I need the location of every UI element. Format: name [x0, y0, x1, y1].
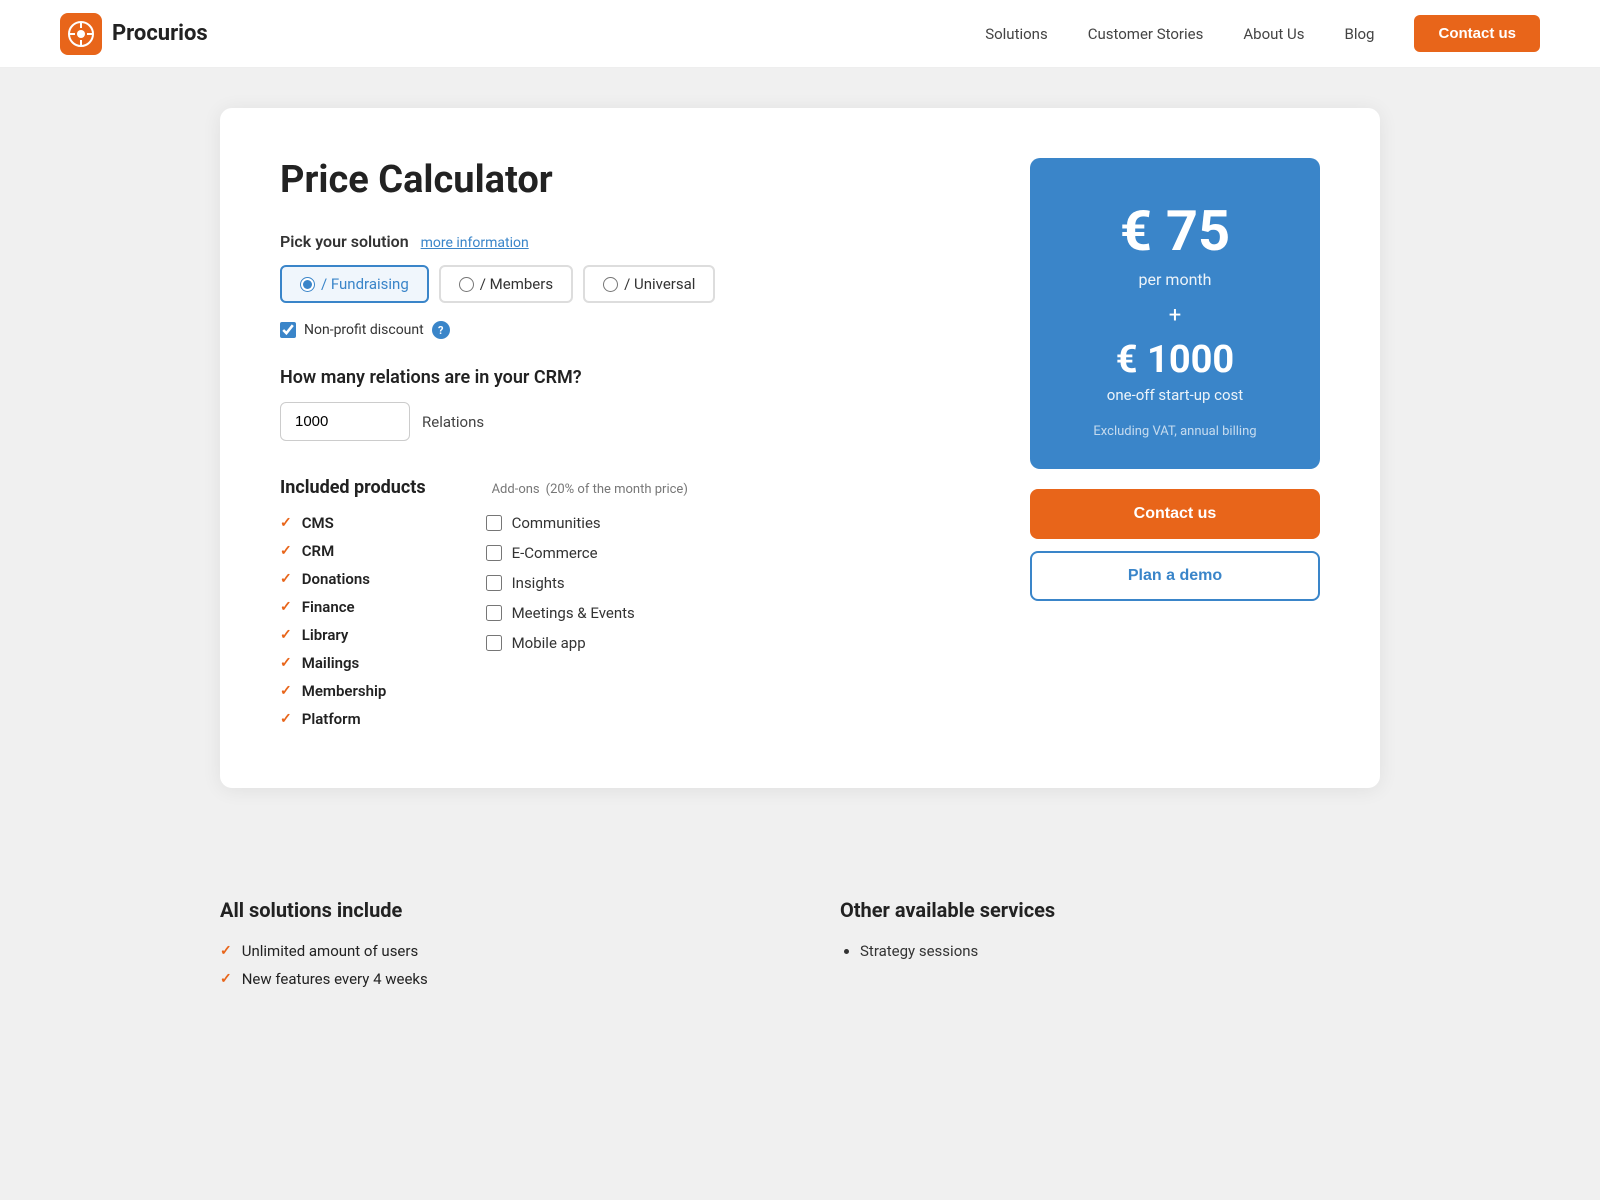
nonprofit-discount-checkbox[interactable] [280, 322, 296, 338]
product-finance: ✓ Finance [280, 598, 426, 616]
more-info-link[interactable]: more information [421, 235, 529, 251]
addon-insights[interactable]: Insights [486, 574, 688, 592]
addon-ecommerce[interactable]: E-Commerce [486, 544, 688, 562]
all-solutions-heading: All solutions include [220, 898, 760, 922]
addons-col: Add-ons(20% of the month price) Communit… [486, 477, 688, 738]
addon-insights-checkbox[interactable] [486, 575, 502, 591]
price-per-month: per month [1060, 270, 1290, 289]
other-services-heading: Other available services [840, 898, 1380, 922]
product-library: ✓ Library [280, 626, 426, 644]
navigation: Procurios Solutions Customer Stories Abo… [0, 0, 1600, 68]
check-icon-cms: ✓ [280, 515, 292, 531]
page-wrapper: Price Calculator Pick your solution more… [200, 68, 1400, 848]
calculator-left: Price Calculator Pick your solution more… [280, 158, 970, 738]
all-solutions-col: All solutions include ✓ Unlimited amount… [220, 898, 760, 998]
price-plus: + [1060, 303, 1290, 328]
footer-section: All solutions include ✓ Unlimited amount… [200, 848, 1400, 1038]
calculator-card: Price Calculator Pick your solution more… [220, 108, 1380, 788]
price-card: € 75 per month + € 1000 one-off start-up… [1030, 158, 1320, 469]
product-membership: ✓ Membership [280, 682, 426, 700]
nav-about-us[interactable]: About Us [1243, 25, 1304, 43]
nav-contact-button[interactable]: Contact us [1414, 15, 1540, 52]
solution-radio-group: / Fundraising / Members / Universal [280, 265, 970, 303]
solution-fundraising[interactable]: / Fundraising [280, 265, 429, 303]
products-row: Included products ✓ CMS ✓ CRM ✓ Donation… [280, 477, 970, 738]
crm-question: How many relations are in your CRM? [280, 367, 970, 388]
price-main: € 75 [1060, 198, 1290, 264]
nonprofit-discount-label: Non-profit discount [304, 322, 424, 338]
other-services-list: Strategy sessions [840, 942, 1380, 960]
check-icon-finance: ✓ [280, 599, 292, 615]
logo-link[interactable]: Procurios [60, 13, 208, 55]
addon-meetings-events-checkbox[interactable] [486, 605, 502, 621]
addon-communities[interactable]: Communities [486, 514, 688, 532]
product-mailings: ✓ Mailings [280, 654, 426, 672]
solution-members[interactable]: / Members [439, 265, 573, 303]
nav-links: Solutions Customer Stories About Us Blog… [985, 15, 1540, 52]
other-services-col: Other available services Strategy sessio… [840, 898, 1380, 998]
product-cms: ✓ CMS [280, 514, 426, 532]
nonprofit-discount-row: Non-profit discount ? [280, 321, 970, 339]
footer-item-unlimited-users: ✓ Unlimited amount of users [220, 942, 760, 960]
addon-communities-checkbox[interactable] [486, 515, 502, 531]
price-note: Excluding VAT, annual billing [1060, 424, 1290, 439]
relations-label: Relations [422, 413, 484, 431]
nav-solutions[interactable]: Solutions [985, 25, 1048, 43]
price-startup: € 1000 [1060, 338, 1290, 382]
check-icon-platform: ✓ [280, 711, 292, 727]
check-icon-crm: ✓ [280, 543, 292, 559]
check-icon-unlimited: ✓ [220, 943, 232, 959]
check-icon-features: ✓ [220, 971, 232, 987]
product-platform: ✓ Platform [280, 710, 426, 728]
check-icon-donations: ✓ [280, 571, 292, 587]
check-icon-mailings: ✓ [280, 655, 292, 671]
crm-input[interactable] [280, 402, 410, 441]
contact-us-button[interactable]: Contact us [1030, 489, 1320, 539]
nav-blog[interactable]: Blog [1345, 25, 1375, 43]
crm-input-row: Relations [280, 402, 970, 441]
solution-fundraising-radio[interactable] [300, 277, 315, 292]
solution-members-radio[interactable] [459, 277, 474, 292]
calculator-right: € 75 per month + € 1000 one-off start-up… [1030, 158, 1320, 738]
included-products-col: Included products ✓ CMS ✓ CRM ✓ Donation… [280, 477, 426, 738]
nav-customer-stories[interactable]: Customer Stories [1088, 25, 1204, 43]
logo-icon [60, 13, 102, 55]
product-crm: ✓ CRM [280, 542, 426, 560]
check-icon-membership: ✓ [280, 683, 292, 699]
price-startup-label: one-off start-up cost [1060, 386, 1290, 404]
check-icon-library: ✓ [280, 627, 292, 643]
footer-item-new-features: ✓ New features every 4 weeks [220, 970, 760, 988]
addon-ecommerce-checkbox[interactable] [486, 545, 502, 561]
logo-text: Procurios [112, 21, 208, 46]
pick-solution-label: Pick your solution more information [280, 232, 970, 251]
other-service-strategy: Strategy sessions [860, 942, 1380, 960]
included-products-heading: Included products [280, 477, 426, 498]
addon-mobile-app[interactable]: Mobile app [486, 634, 688, 652]
page-title: Price Calculator [280, 158, 970, 202]
addon-meetings-events[interactable]: Meetings & Events [486, 604, 688, 622]
plan-demo-button[interactable]: Plan a demo [1030, 551, 1320, 601]
product-donations: ✓ Donations [280, 570, 426, 588]
solution-universal[interactable]: / Universal [583, 265, 715, 303]
help-icon[interactable]: ? [432, 321, 450, 339]
addons-heading: Add-ons(20% of the month price) [486, 477, 688, 498]
addon-mobile-app-checkbox[interactable] [486, 635, 502, 651]
solution-universal-radio[interactable] [603, 277, 618, 292]
